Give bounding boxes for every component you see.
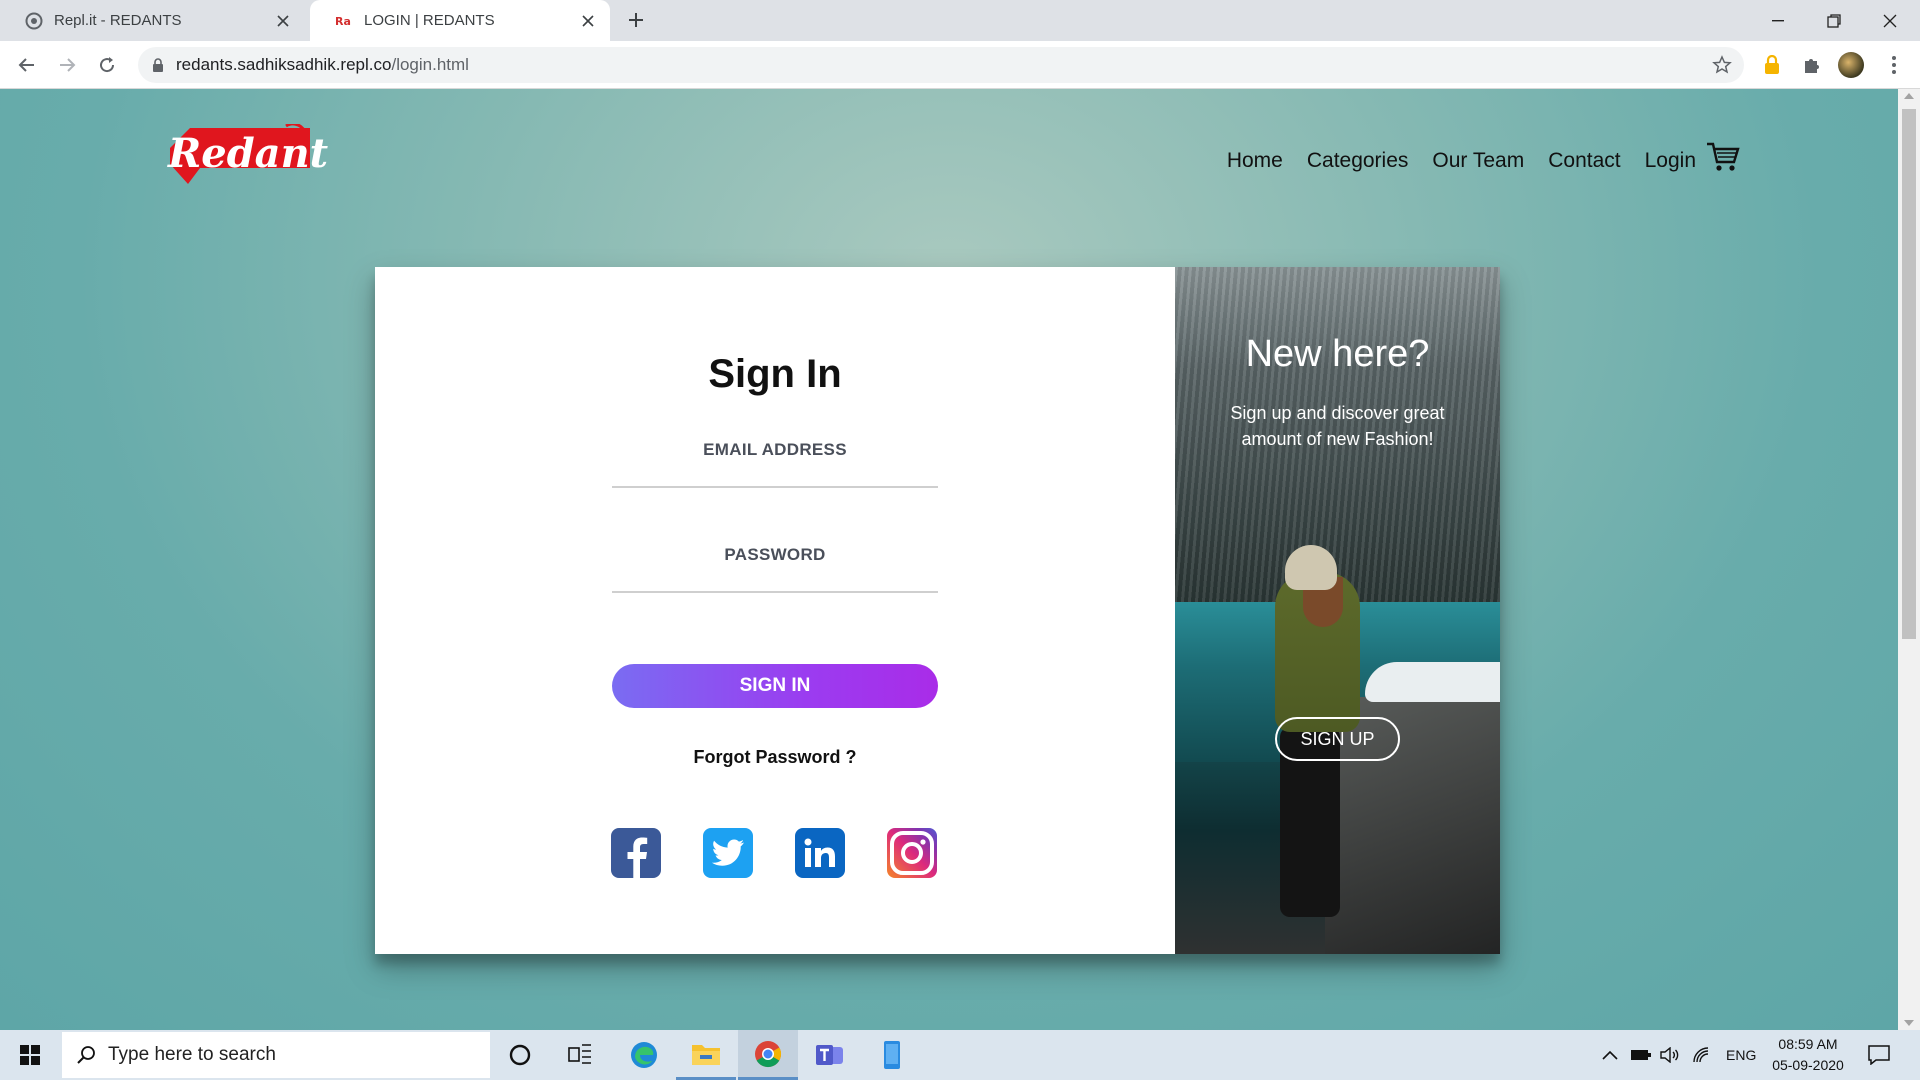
close-tab-icon[interactable] [271,9,295,33]
scroll-down-arrow-icon[interactable] [1904,1020,1914,1026]
signup-button[interactable]: SIGN UP [1275,717,1400,761]
snow-background-image [1365,662,1500,702]
profile-avatar[interactable] [1838,52,1864,78]
close-window-button[interactable] [1862,0,1918,41]
teams-icon[interactable] [800,1030,860,1080]
forgot-password-link[interactable]: Forgot Password ? [375,747,1175,768]
new-tab-button[interactable] [624,8,648,32]
tab-title: Repl.it - REDANTS [54,12,182,29]
clock-time: 08:59 AM [1778,1036,1838,1052]
cortana-circle-icon[interactable] [490,1030,550,1080]
extensions-puzzle-icon[interactable] [1798,51,1826,79]
signup-blurb: Sign up and discover great amount of new… [1230,403,1445,449]
email-field[interactable] [612,486,938,488]
browser-tab-bar: Repl.it - REDANTS Ra LOGIN | REDANTS [0,0,1920,41]
menu-kebab-icon[interactable] [1880,51,1908,79]
notification-center-icon[interactable] [1868,1030,1890,1080]
minimize-button[interactable] [1750,0,1806,41]
auth-card: Sign In EMAIL ADDRESS PASSWORD SIGN IN F… [375,267,1500,954]
bookmark-star-icon[interactable] [1712,55,1732,80]
signup-heading: New here? [1245,333,1430,375]
phone-app-icon[interactable] [862,1030,922,1080]
tab-title: LOGIN | REDANTS [364,12,495,29]
facebook-icon[interactable] [611,828,661,878]
redants-favicon-icon: Ra [335,12,353,30]
page-viewport: Redant Home Categories Our Team Contact … [0,89,1898,1030]
replit-favicon-icon [25,12,43,30]
taskbar-clock[interactable]: 08:59 AM 05-09-2020 [1766,1034,1850,1076]
linkedin-icon[interactable] [795,828,845,878]
signin-heading: Sign In [708,352,842,396]
url-text: redants.sadhiksadhik.repl.co/login.html [176,55,469,75]
tab-login[interactable]: Ra LOGIN | REDANTS [310,0,610,41]
twitter-icon[interactable] [703,828,753,878]
scrollbar-thumb[interactable] [1902,109,1916,639]
nav-categories[interactable]: Categories [1307,149,1409,173]
password-manager-extension-icon[interactable] [1758,51,1786,79]
page-scrollbar[interactable] [1898,89,1920,1030]
edge-browser-icon[interactable] [614,1030,674,1080]
signin-panel: Sign In EMAIL ADDRESS PASSWORD SIGN IN F… [375,267,1175,954]
restore-button[interactable] [1806,0,1862,41]
tab-replit[interactable]: Repl.it - REDANTS [0,0,305,41]
volume-icon[interactable] [1660,1030,1680,1080]
tray-chevron-up-icon[interactable] [1602,1030,1618,1080]
url-host: redants.sadhiksadhik.repl.co [176,55,392,74]
cart-icon[interactable] [1706,141,1740,178]
nav-login[interactable]: Login [1645,149,1696,173]
close-tab-icon[interactable] [576,9,600,33]
instagram-icon[interactable] [887,828,937,878]
battery-icon[interactable] [1630,1030,1652,1080]
nav-home[interactable]: Home [1227,149,1283,173]
search-icon [76,1045,96,1065]
main-nav: Home Categories Our Team Contact Login [1227,149,1696,173]
start-windows-icon[interactable] [0,1030,60,1080]
password-field[interactable] [612,591,938,593]
signup-panel: New here? Sign up and discover great amo… [1175,267,1500,954]
back-button[interactable] [13,51,41,79]
address-bar[interactable]: redants.sadhiksadhik.repl.co/login.html [138,47,1744,83]
scroll-up-arrow-icon[interactable] [1904,93,1914,99]
taskbar-search-box[interactable]: Type here to search [62,1032,490,1078]
file-explorer-icon[interactable] [676,1030,736,1080]
search-placeholder: Type here to search [108,1044,276,1065]
password-label: PASSWORD [724,545,826,564]
clock-date: 05-09-2020 [1772,1057,1844,1073]
forward-button[interactable] [53,51,81,79]
nav-our-team[interactable]: Our Team [1432,149,1524,173]
signin-button[interactable]: SIGN IN [612,664,938,708]
wifi-icon[interactable] [1692,1030,1712,1080]
reload-button[interactable] [93,51,121,79]
language-indicator[interactable]: ENG [1726,1030,1756,1080]
browser-toolbar: redants.sadhiksadhik.repl.co/login.html [0,41,1920,89]
lock-icon[interactable] [152,58,164,72]
windows-taskbar: Type here to search ENG 08:59 AM 05-09-2… [0,1030,1920,1080]
logo-text: Redant [168,130,329,177]
task-view-icon[interactable] [550,1030,610,1080]
email-label: EMAIL ADDRESS [703,440,847,459]
chrome-browser-icon[interactable] [738,1030,798,1080]
url-path: /login.html [391,55,469,74]
site-logo[interactable]: Redant [160,124,328,186]
svg-text:Ra: Ra [335,15,351,28]
person-hat-image [1285,545,1337,590]
nav-contact[interactable]: Contact [1548,149,1620,173]
